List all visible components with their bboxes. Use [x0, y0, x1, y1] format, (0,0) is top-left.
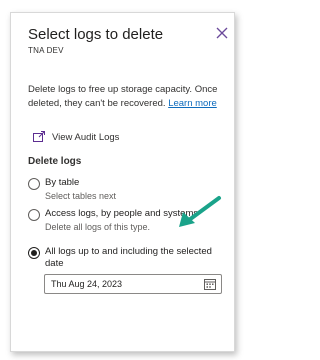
radio-access-logs[interactable] — [28, 209, 40, 221]
date-picker-input[interactable]: Thu Aug 24, 2023 — [44, 274, 222, 294]
option-by-table-hint: Select tables next — [45, 191, 117, 201]
radio-all-logs-up-to-date[interactable] — [28, 247, 40, 259]
option-by-table-label: By table — [45, 177, 80, 188]
delete-logs-panel: Select logs to delete TNA DEV Delete log… — [10, 12, 235, 352]
radio-by-table[interactable] — [28, 178, 40, 190]
view-audit-logs-label: View Audit Logs — [52, 131, 120, 143]
environment-name: TNA DEV — [28, 46, 64, 55]
panel-title: Select logs to delete — [28, 26, 164, 43]
view-audit-logs-button[interactable]: View Audit Logs — [32, 129, 119, 145]
close-icon[interactable] — [215, 26, 229, 40]
annotation-arrow — [179, 196, 221, 227]
panel-description: Delete logs to free up storage capacity.… — [28, 83, 230, 111]
open-in-window-icon — [33, 131, 45, 142]
calendar-icon[interactable] — [204, 278, 216, 290]
learn-more-link[interactable]: Learn more — [168, 98, 217, 109]
option-access-logs-hint: Delete all logs of this type. — [45, 222, 151, 232]
option-all-logs-label: All logs up to and including the selecte… — [45, 246, 212, 269]
date-value: Thu Aug 24, 2023 — [51, 279, 123, 289]
delete-logs-heading: Delete logs — [28, 156, 82, 167]
screenshot-stage: Select logs to delete TNA DEV Delete log… — [0, 0, 241, 360]
